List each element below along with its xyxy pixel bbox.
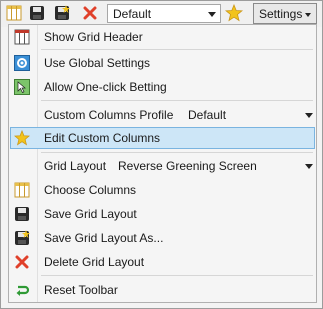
one-click-betting-icon xyxy=(13,78,31,96)
menu-item-save-grid-layout-as[interactable]: Save Grid Layout As... xyxy=(10,227,315,249)
menu-item-reset-toolbar[interactable]: Reset Toolbar xyxy=(10,279,315,301)
chevron-down-icon[interactable] xyxy=(305,164,313,169)
menu-separator xyxy=(41,152,313,153)
custom-columns-profile-value[interactable]: Default xyxy=(188,108,226,122)
profile-combo[interactable]: Default xyxy=(107,4,221,23)
star-icon xyxy=(13,129,31,147)
menu-item-choose-columns[interactable]: Choose Columns xyxy=(10,179,315,201)
profile-combo-value: Default xyxy=(113,7,152,21)
chevron-down-icon xyxy=(208,12,216,17)
settings-button[interactable]: Settings xyxy=(253,3,317,24)
menu-item-grid-layout[interactable]: Grid Layout Reverse Greening Screen xyxy=(10,155,315,177)
chevron-down-icon[interactable] xyxy=(305,113,313,118)
menu-separator xyxy=(41,275,313,276)
choose-columns-icon xyxy=(13,181,31,199)
reset-arrow-icon xyxy=(13,281,31,299)
menu-item-label: Delete Grid Layout xyxy=(44,255,145,269)
menu-separator xyxy=(41,100,313,101)
star-icon[interactable] xyxy=(225,4,243,22)
grid-layout-value[interactable]: Reverse Greening Screen xyxy=(118,159,257,173)
global-settings-icon xyxy=(13,54,31,72)
menu-item-label: Edit Custom Columns xyxy=(44,131,161,145)
delete-icon[interactable] xyxy=(81,4,99,22)
menu-item-label: Save Grid Layout xyxy=(44,207,137,221)
menu-item-label: Show Grid Header xyxy=(44,30,143,44)
menu-item-label: Use Global Settings xyxy=(44,56,151,70)
menu-item-label: Custom Columns Profile xyxy=(44,108,174,122)
caret-down-icon xyxy=(305,13,311,17)
menu-item-label: Grid Layout xyxy=(44,159,107,173)
menu-item-custom-columns-profile[interactable]: Custom Columns Profile Default xyxy=(10,104,315,126)
delete-icon xyxy=(13,253,31,271)
save-icon[interactable] xyxy=(28,4,46,22)
grid-header-icon xyxy=(13,28,31,46)
menu-item-edit-custom-columns[interactable]: Edit Custom Columns xyxy=(10,127,315,149)
save-as-icon[interactable] xyxy=(53,4,71,22)
grid-columns-icon[interactable] xyxy=(5,4,23,22)
save-icon xyxy=(13,205,31,223)
menu-item-use-global-settings[interactable]: Use Global Settings xyxy=(10,52,315,74)
menu-item-allow-one-click-betting[interactable]: Allow One-click Betting xyxy=(10,76,315,98)
menu-item-delete-grid-layout[interactable]: Delete Grid Layout xyxy=(10,251,315,273)
menu-item-label: Reset Toolbar xyxy=(44,283,118,297)
menu-item-label: Allow One-click Betting xyxy=(44,80,167,94)
menu-separator xyxy=(41,49,313,50)
menu-item-label: Save Grid Layout As... xyxy=(44,231,164,245)
menu-item-label: Choose Columns xyxy=(44,183,137,197)
menu-item-save-grid-layout[interactable]: Save Grid Layout xyxy=(10,203,315,225)
settings-menu: Show Grid Header Use Global Settings All… xyxy=(8,24,317,303)
save-as-icon xyxy=(13,229,31,247)
window-frame: Default Settings Show Grid Header Use Gl… xyxy=(0,0,323,309)
menu-item-show-grid-header[interactable]: Show Grid Header xyxy=(10,26,315,48)
settings-button-label: Settings xyxy=(259,7,303,21)
